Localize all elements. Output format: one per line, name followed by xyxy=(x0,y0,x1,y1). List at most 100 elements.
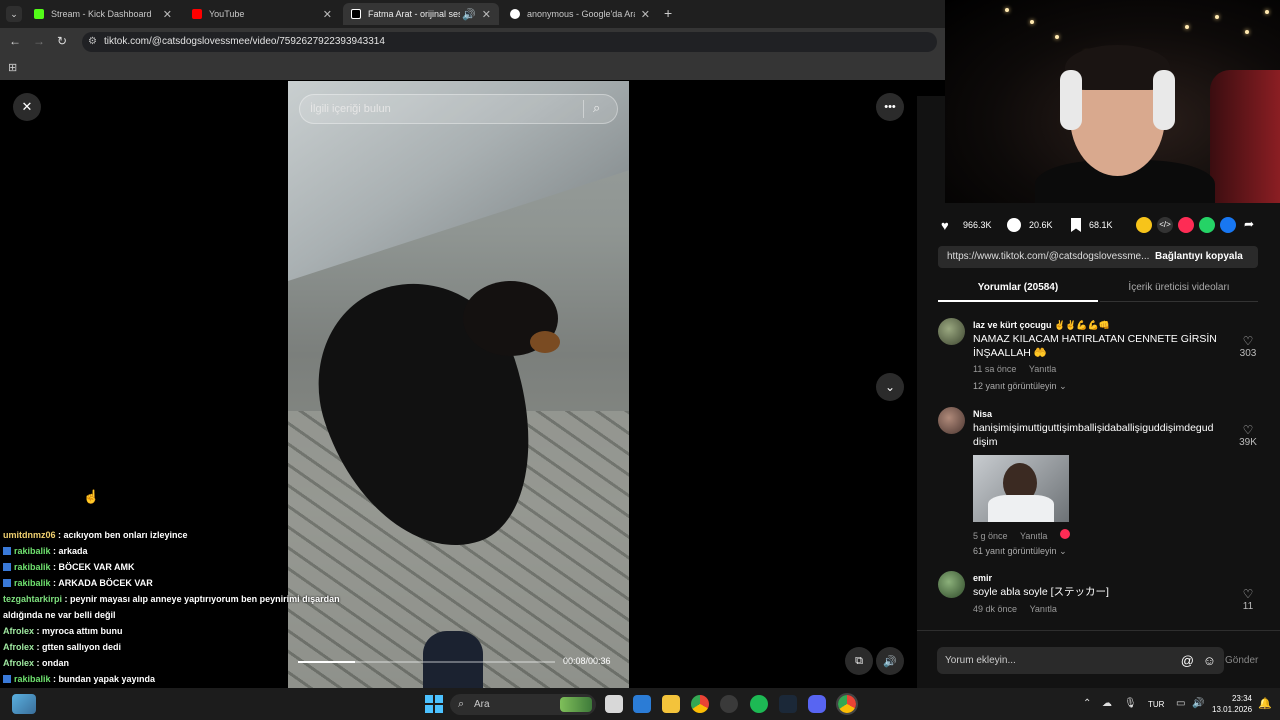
facebook-share-icon[interactable] xyxy=(1220,217,1236,233)
mute-tab-icon[interactable]: 🔊 xyxy=(462,8,476,21)
network-icon[interactable]: ▭ xyxy=(1176,698,1185,709)
comment-input[interactable]: Yorum ekleyin... @ ☺ xyxy=(937,647,1224,674)
next-video-icon[interactable]: ⌄ xyxy=(876,373,904,401)
send-share-icon[interactable] xyxy=(1178,217,1194,233)
browser-tab-tiktok[interactable]: Fatma Arat - orijinal ses | Ti 🔊 ✕ xyxy=(343,3,499,25)
reply-button[interactable]: Yanıtla xyxy=(1030,604,1057,614)
send-comment-button[interactable]: Gönder xyxy=(1225,655,1258,666)
spotify-icon[interactable] xyxy=(750,695,768,713)
reply-button[interactable]: Yanıtla xyxy=(1020,531,1047,541)
chat-message: Afrolex : myroca attım bunu xyxy=(3,623,123,639)
file-explorer-icon[interactable] xyxy=(662,695,680,713)
like-stat[interactable]: ♥ 966.3K xyxy=(941,218,992,233)
comment-placeholder: Yorum ekleyin... xyxy=(945,655,1016,666)
reply-button[interactable]: Yanıtla xyxy=(1029,364,1056,374)
onedrive-icon[interactable]: ☁ xyxy=(1102,698,1112,709)
save-stat[interactable]: 68.1K xyxy=(1071,218,1113,232)
avatar[interactable] xyxy=(938,571,965,598)
chat-message: Afrolex : ondan xyxy=(3,655,69,671)
comment-sticker-image[interactable] xyxy=(973,455,1069,522)
url-field[interactable]: ⚙ tiktok.com/@catsdogslovessmee/video/75… xyxy=(82,32,937,52)
microphone-icon[interactable]: 🎙 xyxy=(1124,698,1137,709)
mention-icon[interactable]: @ xyxy=(1181,647,1194,674)
heart-outline-icon: ♡ xyxy=(1242,423,1254,437)
chat-message: rakibalik : arkada xyxy=(3,543,88,559)
chat-username: rakibalik xyxy=(14,562,51,572)
search-highlight-image xyxy=(560,697,592,712)
close-tab-icon[interactable]: ✕ xyxy=(163,8,172,21)
tab-comments[interactable]: Yorumlar (20584) xyxy=(938,278,1098,302)
chat-username: rakibalik xyxy=(14,546,51,556)
start-square xyxy=(435,695,443,703)
new-tab-icon[interactable]: + xyxy=(664,5,672,21)
comment-username[interactable]: laz ve kürt çocugu ✌️✌️💪💪👊 xyxy=(973,320,1110,331)
comment-like-button[interactable]: ♡ 11 xyxy=(1236,587,1260,612)
avatar[interactable] xyxy=(938,318,965,345)
comment-username[interactable]: Nisa xyxy=(973,409,992,419)
comment-like-button[interactable]: ♡ 39K xyxy=(1236,423,1260,448)
share-link-text[interactable]: https://www.tiktok.com/@catsdogslovessme… xyxy=(947,251,1152,262)
save-count: 68.1K xyxy=(1089,220,1113,230)
comment-time: 49 dk önce xyxy=(973,604,1018,614)
view-replies-button[interactable]: 12 yanıt görüntüleyin ⌄ xyxy=(973,381,1067,392)
pip-icon[interactable]: ⧉ xyxy=(845,647,873,675)
search-icon[interactable]: ⌕ xyxy=(593,100,600,116)
obs-icon[interactable] xyxy=(720,695,738,713)
chrome-active-icon[interactable] xyxy=(836,693,858,715)
video-search-input[interactable]: İlgili içeriği bulun xyxy=(299,94,618,124)
close-tab-icon[interactable]: ✕ xyxy=(641,8,650,21)
forward-icon[interactable]: → xyxy=(33,34,45,48)
tab-search-icon[interactable]: ⌄ xyxy=(6,6,22,22)
copy-link-button[interactable]: Bağlantıyı kopyala xyxy=(1155,251,1243,262)
tray-chevron-icon[interactable]: ⌃ xyxy=(1083,698,1091,709)
headphones-right xyxy=(1153,70,1175,130)
windows-start-icon[interactable] xyxy=(425,695,443,713)
like-count: 966.3K xyxy=(963,220,992,230)
browser-tab-kick[interactable]: Stream - Kick Dashboard ✕ xyxy=(26,3,180,25)
more-options-icon[interactable]: ••• xyxy=(876,93,904,121)
repost-share-icon[interactable] xyxy=(1136,217,1152,233)
comment-username[interactable]: emir xyxy=(973,573,992,583)
notification-icon[interactable]: 🔔 xyxy=(1258,697,1272,710)
back-icon[interactable]: ← xyxy=(9,34,21,48)
close-video-icon[interactable]: ✕ xyxy=(13,93,41,121)
more-share-icon[interactable]: ➦ xyxy=(1244,217,1254,231)
store-icon[interactable] xyxy=(633,695,651,713)
chat-text: acıkıyom ben onları izleyince xyxy=(63,530,188,540)
apps-grid-icon[interactable]: ⊞ xyxy=(8,61,17,74)
avatar[interactable] xyxy=(938,407,965,434)
browser-tab-youtube[interactable]: YouTube ✕ xyxy=(184,3,340,25)
language-indicator[interactable]: TUR xyxy=(1148,700,1164,709)
comment-like-button[interactable]: ♡ 303 xyxy=(1236,334,1260,359)
close-tab-icon[interactable]: ✕ xyxy=(482,8,491,21)
comment-meta: 11 sa önce Yanıtla xyxy=(973,364,1056,374)
subscriber-badge-icon xyxy=(3,547,11,555)
comment-text: soyle abla soyle [ステッカー] xyxy=(973,586,1109,598)
discord-icon[interactable] xyxy=(808,695,826,713)
embed-share-icon[interactable]: </> xyxy=(1157,217,1173,233)
task-view-icon[interactable] xyxy=(605,695,623,713)
browser-tab-google[interactable]: anonymous - Google'da Ara ✕ xyxy=(502,3,658,25)
view-replies-button[interactable]: 61 yanıt görüntüleyin ⌄ xyxy=(973,546,1067,557)
comment-stat[interactable]: 20.6K xyxy=(1007,218,1053,232)
taskbar-search[interactable]: ⌕ Ara xyxy=(450,694,596,715)
tab-creator-videos[interactable]: İçerik üreticisi videoları xyxy=(1100,278,1258,302)
chat-username: rakibalik xyxy=(14,578,51,588)
weather-widget-icon[interactable] xyxy=(12,694,36,714)
site-info-icon[interactable]: ⚙ xyxy=(88,32,97,52)
emoji-icon[interactable]: ☺ xyxy=(1203,647,1216,674)
chevron-down-icon: ⌄ xyxy=(1059,546,1067,556)
taskbar-clock[interactable]: 23:34 13.01.2026 xyxy=(1212,693,1252,715)
chat-separator: : xyxy=(34,642,43,652)
chat-username: rakibalik xyxy=(14,674,51,684)
speaker-icon[interactable]: 🔊 xyxy=(1192,698,1204,709)
volume-icon[interactable]: 🔊 xyxy=(876,647,904,675)
google-icon xyxy=(510,9,520,19)
webcam-chair xyxy=(1210,70,1280,203)
steam-icon[interactable] xyxy=(779,695,797,713)
chrome-icon[interactable] xyxy=(691,695,709,713)
close-tab-icon[interactable]: ✕ xyxy=(323,8,332,21)
taskbar-search-label: Ara xyxy=(474,699,490,710)
reload-icon[interactable]: ↻ xyxy=(57,34,67,48)
whatsapp-share-icon[interactable] xyxy=(1199,217,1215,233)
